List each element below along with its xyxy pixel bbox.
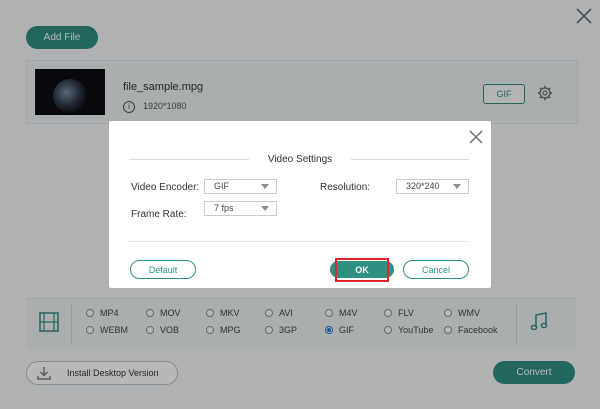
dialog-divider xyxy=(129,241,469,242)
frame-rate-select[interactable]: 7 fps xyxy=(204,201,277,216)
video-settings-dialog: Video Settings Video Encoder: GIF Resolu… xyxy=(109,121,491,288)
video-encoder-select[interactable]: GIF xyxy=(204,179,277,194)
resolution-select[interactable]: 320*240 xyxy=(396,179,469,194)
chevron-down-icon xyxy=(261,184,269,189)
close-icon[interactable] xyxy=(468,129,484,145)
chevron-down-icon xyxy=(453,184,461,189)
cancel-button[interactable]: Cancel xyxy=(403,260,469,279)
default-button[interactable]: Default xyxy=(130,260,196,279)
resolution-label: Resolution: xyxy=(320,182,371,193)
frame-rate-label: Frame Rate: xyxy=(131,209,187,220)
video-encoder-label: Video Encoder: xyxy=(131,182,200,193)
chevron-down-icon xyxy=(261,206,269,211)
ok-highlight-box xyxy=(335,258,389,282)
title-divider-right xyxy=(351,159,469,160)
